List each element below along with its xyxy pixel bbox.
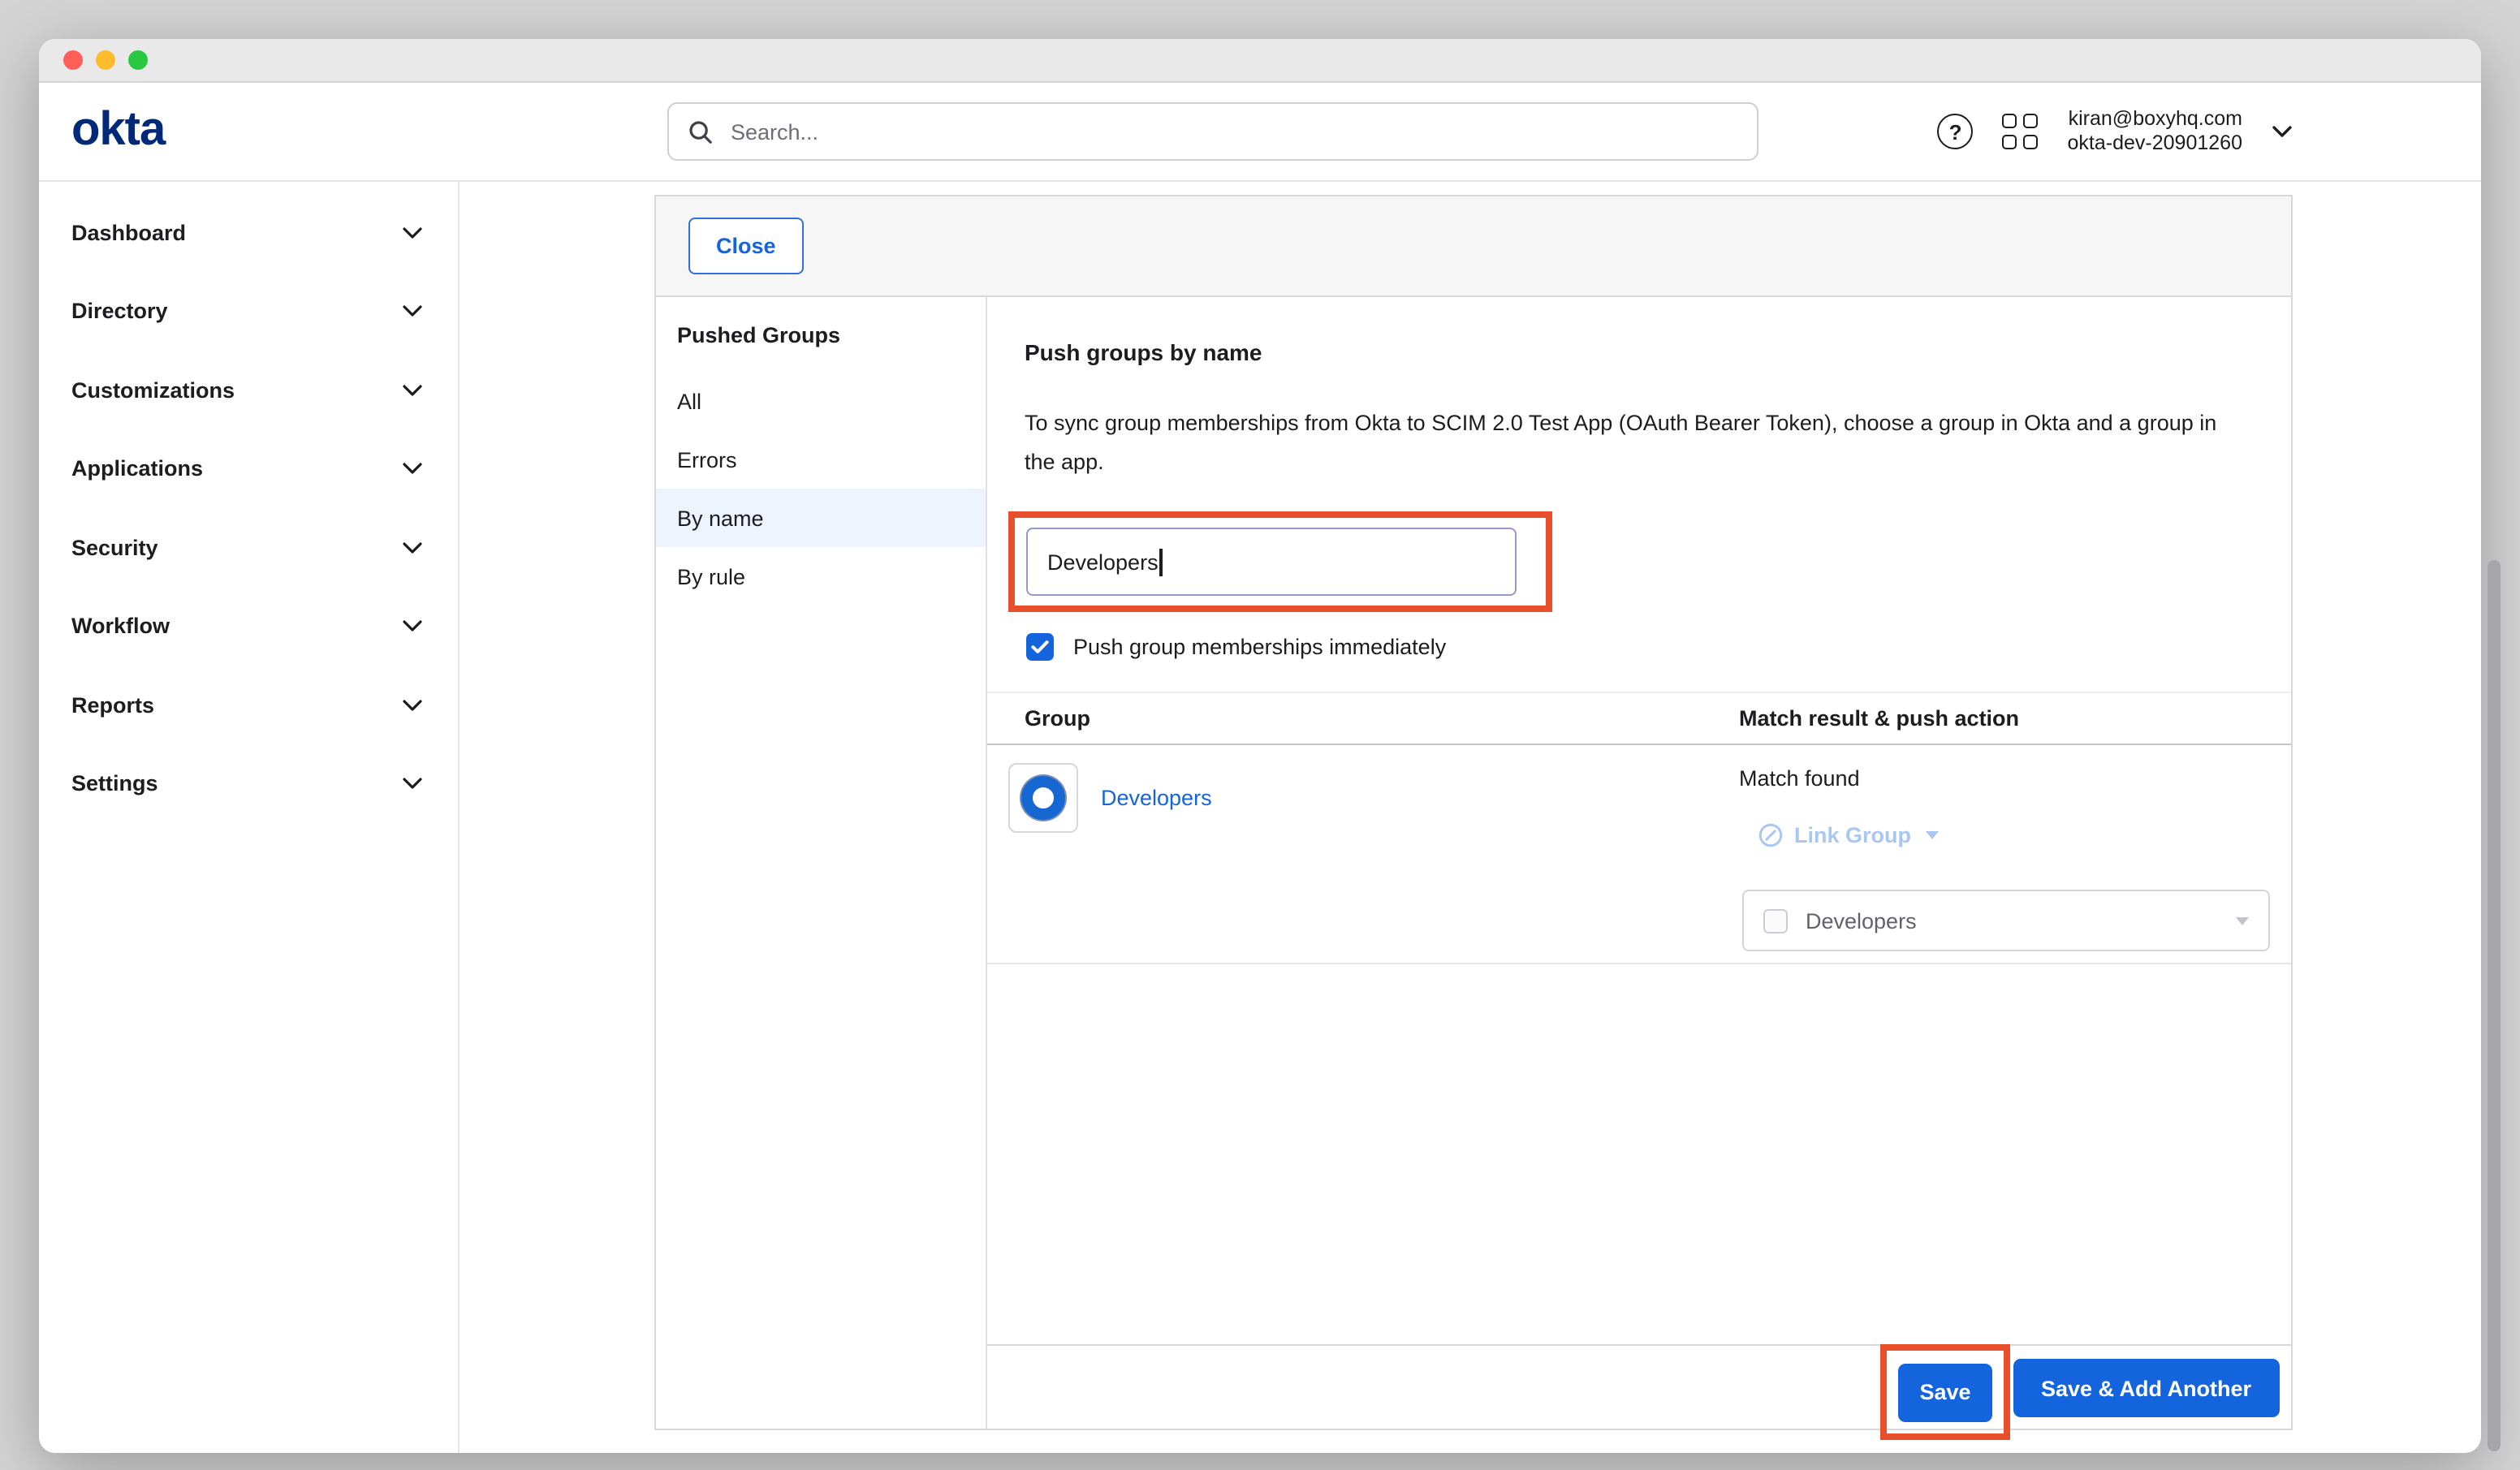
- subnav-item-by-name[interactable]: By name: [656, 489, 986, 547]
- sidebar-item-label: Security: [71, 536, 158, 560]
- push-groups-panel: Close Pushed Groups All Errors By name B…: [654, 195, 2293, 1430]
- save-and-add-another-button[interactable]: Save & Add Another: [2013, 1359, 2279, 1417]
- match-status-text: Match found: [1739, 766, 1860, 791]
- chevron-down-icon: [403, 227, 422, 239]
- chevron-down-icon: [403, 385, 422, 396]
- push-immediately-row: Push group memberships immediately: [1026, 633, 1446, 661]
- select-caret-down-icon: [2236, 916, 2249, 925]
- sidebar-item-label: Settings: [71, 772, 158, 796]
- org-name: okta-dev-20901260: [2068, 131, 2242, 157]
- sidebar-item-directory[interactable]: Directory: [39, 272, 458, 351]
- push-groups-content: Push groups by name To sync group member…: [987, 297, 2291, 1429]
- annotation-highlight-input: Developers: [1008, 511, 1552, 612]
- help-icon[interactable]: ?: [1938, 114, 1974, 149]
- minimize-window-button[interactable]: [96, 50, 115, 70]
- caret-down-icon: [1926, 831, 1939, 839]
- sidebar-item-label: Applications: [71, 457, 203, 481]
- group-avatar: [1008, 763, 1078, 833]
- sidebar-nav: Dashboard Directory Customizations Appli…: [39, 182, 460, 1453]
- push-immediately-label: Push group memberships immediately: [1073, 635, 1446, 659]
- link-icon: [1758, 823, 1783, 847]
- table-header: Group Match result & push action: [987, 692, 2291, 745]
- column-header-match: Match result & push action: [1739, 706, 2019, 731]
- grid-square: [2024, 135, 2039, 149]
- sidebar-item-label: Dashboard: [71, 221, 186, 245]
- group-cell: Developers: [1008, 763, 1212, 833]
- close-window-button[interactable]: [63, 50, 83, 70]
- chevron-down-icon: [403, 306, 422, 317]
- zoom-window-button[interactable]: [128, 50, 148, 70]
- sidebar-item-settings[interactable]: Settings: [39, 744, 458, 823]
- close-button[interactable]: Close: [688, 218, 804, 274]
- user-menu-chevron-down-icon[interactable]: [2272, 125, 2293, 138]
- table-row: Developers Match found Link Group Dev: [987, 745, 2291, 964]
- sidebar-item-workflow[interactable]: Workflow: [39, 587, 458, 666]
- header-actions: ? kiran@boxyhq.com okta-dev-20901260: [1938, 83, 2293, 180]
- link-group-action[interactable]: Link Group: [1758, 823, 1939, 847]
- chevron-down-icon: [403, 542, 422, 554]
- apps-grid-icon[interactable]: [2003, 114, 2039, 149]
- search-icon: [688, 119, 713, 144]
- sidebar-item-label: Reports: [71, 693, 154, 718]
- chevron-down-icon: [403, 700, 422, 711]
- grid-square: [2003, 135, 2017, 149]
- vertical-scrollbar[interactable]: [2488, 560, 2501, 1451]
- subnav-item-all[interactable]: All: [656, 372, 986, 430]
- target-group-checkbox[interactable]: [1763, 908, 1788, 933]
- annotation-highlight-save: Save: [1880, 1344, 2010, 1440]
- chevron-down-icon: [403, 778, 422, 790]
- search-input[interactable]: [727, 118, 1737, 145]
- subnav-title: Pushed Groups: [656, 297, 986, 372]
- subnav-item-by-rule[interactable]: By rule: [656, 547, 986, 606]
- link-group-label: Link Group: [1794, 823, 1911, 847]
- grid-square: [2024, 114, 2039, 128]
- sidebar-item-security[interactable]: Security: [39, 508, 458, 587]
- text-cursor: [1160, 548, 1163, 575]
- group-name-link[interactable]: Developers: [1101, 786, 1212, 810]
- user-account-menu[interactable]: kiran@boxyhq.com okta-dev-20901260: [2068, 106, 2242, 157]
- search-bar[interactable]: [667, 102, 1758, 161]
- desktop-background: okta ? kiran@boxyhq.com okta-dev-2090126…: [0, 0, 2520, 1470]
- window-titlebar: [39, 39, 2481, 83]
- footer-divider: [987, 1344, 2291, 1346]
- grid-square: [2003, 114, 2017, 128]
- subnav-item-errors[interactable]: Errors: [656, 430, 986, 489]
- target-group-label: Developers: [1806, 908, 1917, 933]
- sidebar-item-reports[interactable]: Reports: [39, 666, 458, 744]
- panel-toolbar: Close: [656, 196, 2291, 297]
- pushed-groups-subnav: Pushed Groups All Errors By name By rule: [656, 297, 987, 1429]
- top-header: okta ? kiran@boxyhq.com okta-dev-2090126…: [39, 83, 2481, 182]
- description-text: To sync group memberships from Okta to S…: [1025, 404, 2234, 482]
- sidebar-item-customizations[interactable]: Customizations: [39, 351, 458, 429]
- target-group-select[interactable]: Developers: [1742, 890, 2270, 951]
- browser-window: okta ? kiran@boxyhq.com okta-dev-2090126…: [39, 39, 2481, 1453]
- sidebar-item-label: Directory: [71, 300, 168, 324]
- save-button[interactable]: Save: [1898, 1363, 1991, 1421]
- sidebar-item-applications[interactable]: Applications: [39, 429, 458, 508]
- user-email: kiran@boxyhq.com: [2068, 106, 2242, 131]
- okta-logo: okta: [71, 107, 165, 154]
- sidebar-item-label: Workflow: [71, 614, 170, 639]
- chevron-down-icon: [403, 621, 422, 632]
- chevron-down-icon: [403, 463, 422, 475]
- sidebar-item-dashboard[interactable]: Dashboard: [39, 193, 458, 272]
- group-name-input-value: Developers: [1047, 550, 1159, 574]
- column-header-group: Group: [1025, 706, 1090, 731]
- push-immediately-checkbox[interactable]: [1026, 633, 1054, 661]
- checkmark-icon: [1031, 640, 1049, 654]
- group-circle-icon: [1021, 776, 1065, 820]
- page-title: Push groups by name: [1025, 339, 1262, 365]
- group-name-input[interactable]: Developers: [1026, 528, 1517, 596]
- sidebar-item-label: Customizations: [71, 378, 235, 403]
